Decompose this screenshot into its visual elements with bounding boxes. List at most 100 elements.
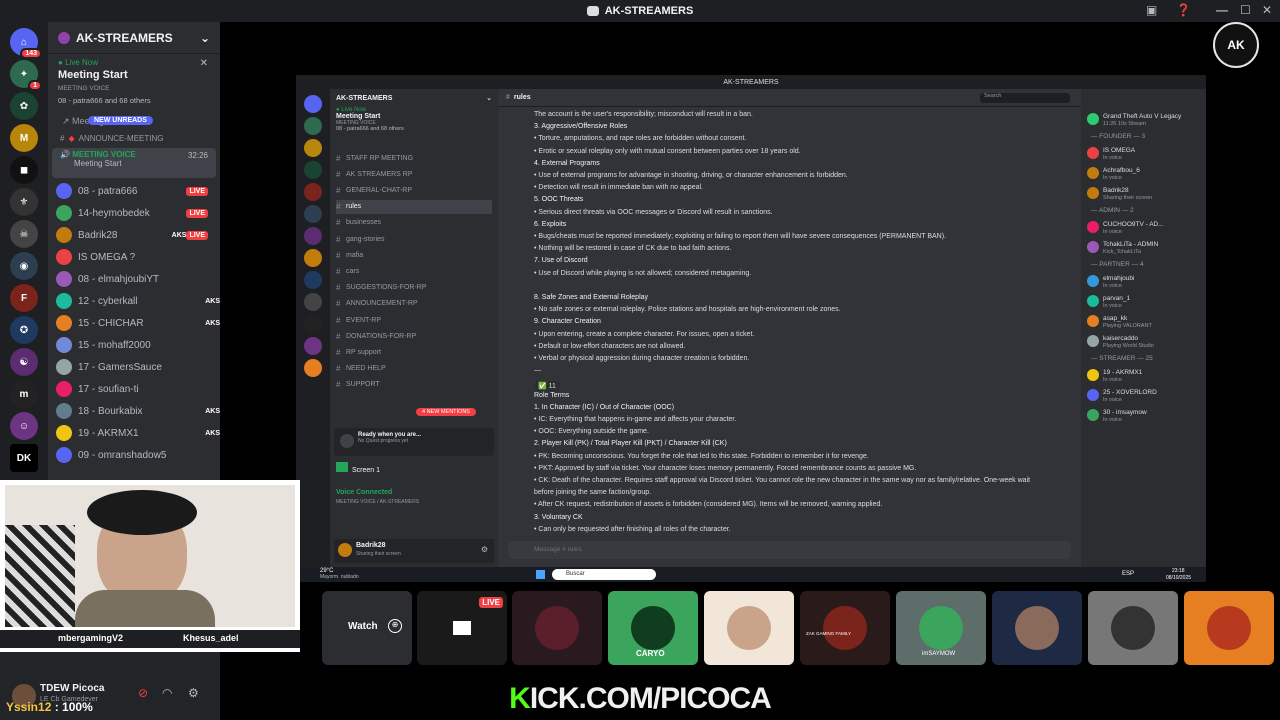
user-tile-zak[interactable]: ZAK GAMING FAMILY [800,591,890,665]
inner-server-icon[interactable] [304,359,322,377]
channel-meeting[interactable]: ↗ Meeting NEW UNREADS [48,116,220,130]
user-tile-caryo[interactable]: CARYO [608,591,698,665]
server-header[interactable]: AK-STREAMERS ⌄ [48,22,220,54]
inner-channel[interactable]: # rules [336,199,492,214]
member-item[interactable]: TchakLiTa - ADMIN Kick_TchakLiTa [1087,239,1203,257]
quest-card[interactable]: Ready when you are... No Quest progress … [334,428,494,456]
maximize-button[interactable]: ☐ [1240,3,1251,17]
inner-channel[interactable]: # SUPPORT [336,378,492,392]
voice-member[interactable]: 15 - CHICHAR AKS [48,312,220,334]
user-tile[interactable] [1184,591,1274,665]
server-icon[interactable]: F [10,284,38,312]
inner-server-icon[interactable] [304,249,322,267]
member-item[interactable]: asap_kk Playing VALORANT [1087,313,1203,331]
inner-server-icon[interactable] [304,139,322,157]
server-icon[interactable]: DK [10,444,38,472]
inner-channel[interactable]: # GENERAL-CHAT-RP [336,183,492,197]
member-item[interactable]: 19 - AKRMX1 In voice [1087,367,1203,385]
user-tile[interactable] [512,591,602,665]
member-item[interactable]: Achrafbou_6 In voice [1087,165,1203,183]
user-tile-imsay[interactable]: imSAYMOW [896,591,986,665]
inner-channel[interactable]: # gang-stories [336,232,492,246]
voice-member[interactable]: 12 - cyberkall AKS [48,290,220,312]
inner-channel[interactable]: # EVENT-RP [336,313,492,327]
member-item[interactable]: elmahjoubi In voice [1087,273,1203,291]
voice-member[interactable]: 14-heymobedek LIVE [48,202,220,224]
message-input[interactable]: Message # rules [508,541,1071,559]
voice-member[interactable]: 08 - elmahjoubiYT [48,268,220,290]
inner-channel[interactable]: # mafia [336,248,492,262]
member-item[interactable]: CUCHOO9TV - AD... In voice [1087,219,1203,237]
voice-member[interactable]: 18 - Bourkabix AKS [48,400,220,422]
inner-channel[interactable]: # SUGGESTIONS-FOR-RP [336,281,492,295]
inner-server-icon[interactable] [304,205,322,223]
member-item[interactable]: 30 - imsaymow In voice [1087,407,1203,425]
server-icon[interactable]: ☺ [10,412,38,440]
live-banner[interactable]: ● Live Now Meeting Start MEETING VOICE 0… [48,54,220,116]
server-icon[interactable]: ⚜ [10,188,38,216]
server-icon[interactable]: ✿ [10,92,38,120]
inner-server-icon[interactable] [304,337,322,355]
inner-channel[interactable]: # ANNOUNCEMENT-RP [336,297,492,311]
user-tile[interactable] [992,591,1082,665]
inner-channel[interactable]: # cars [336,264,492,278]
inner-server-header[interactable]: AK-STREAMERS ⌄ [330,89,498,107]
channel-announce[interactable]: # ◆ ANNOUNCE-MEETING [48,130,220,146]
reaction-check[interactable]: ✅ 11 [534,381,560,391]
help-icon[interactable]: ❓ [1176,3,1191,17]
close-icon[interactable]: ✕ [200,58,208,69]
voice-member[interactable]: 17 - soufian-ti [48,378,220,400]
windows-start-icon[interactable] [536,570,545,579]
live-stream-tile[interactable]: LIVE [417,591,507,665]
taskbar-search[interactable]: Buscar [552,569,656,580]
inner-channel[interactable]: # DONATIONS-FOR-RP [336,329,492,343]
server-icon[interactable]: m [10,380,38,408]
member-item[interactable]: Grand Theft Auto V Legacy 11:26 10s Strea… [1087,111,1203,129]
voice-member[interactable]: 09 - omranshadow5 [48,444,220,466]
inner-server-icon[interactable] [304,293,322,311]
inner-server-icon[interactable] [304,227,322,245]
new-unreads-pill[interactable]: NEW UNREADS [88,116,153,125]
server-icon[interactable]: ✦ 1 [10,60,42,91]
server-icon[interactable]: ☠ [10,220,38,248]
inbox-icon[interactable]: ▣ [1146,3,1157,17]
minimize-button[interactable]: — [1216,3,1228,17]
voice-member[interactable]: 15 - mohaff2000 [48,334,220,356]
voice-channel-active[interactable]: 🔊 MEETING VOICE Meeting Start 32:26 [52,148,216,178]
inner-server-icon[interactable] [304,183,322,201]
inner-channel[interactable]: # NEED HELP [336,362,492,376]
server-icon[interactable]: ☯ [10,348,38,376]
member-item[interactable]: kaisercaddo Playing World Studio [1087,333,1203,351]
settings-icon[interactable]: ⚙ [481,545,488,554]
inner-server-icon[interactable] [304,95,322,113]
user-tile[interactable] [704,591,794,665]
new-mentions-pill[interactable]: 4 NEW MENTIONS [416,408,476,416]
search-input[interactable]: Search [980,93,1070,103]
close-button[interactable]: ✕ [1262,3,1272,17]
inner-server-icon[interactable] [304,271,322,289]
inner-channel[interactable]: # RP support [336,345,492,359]
server-icon[interactable]: ◼ [10,156,38,184]
server-icon[interactable]: M [10,124,38,152]
inner-channel[interactable]: # AK STREAMERS RP [336,167,492,181]
inner-channel[interactable]: # businesses [336,216,492,230]
server-icon[interactable]: ✪ [10,316,38,344]
home-server[interactable]: ⌂ 143 [10,28,42,59]
screen-share-card[interactable]: Screen 1 [336,462,380,474]
inner-channel[interactable]: # STAFF RP MEETING [336,151,492,165]
member-item[interactable]: parvan_1 In voice [1087,293,1203,311]
inner-server-icon[interactable] [304,117,322,135]
user-tile[interactable] [1088,591,1178,665]
inner-user-panel[interactable]: Badrik28 Sharing their screen ⚙ [334,539,494,563]
member-item[interactable]: Badrik28 Sharing their screen [1087,185,1203,203]
inner-server-icon[interactable] [304,161,322,179]
member-item[interactable]: 25 - XOVERLORD In voice [1087,387,1203,405]
watch-tile[interactable]: Watch ⊕ [322,591,412,665]
voice-member[interactable]: IS OMEGA ? [48,246,220,268]
voice-member[interactable]: 19 - AKRMX1 AKS [48,422,220,444]
member-item[interactable]: IS OMEGA In voice [1087,145,1203,163]
voice-member[interactable]: 17 - GamersSauce [48,356,220,378]
voice-member[interactable]: 08 - patra666 LIVE [48,180,220,202]
voice-member[interactable]: Badrik28 AKS LIVE [48,224,220,246]
server-icon[interactable]: ◉ [10,252,38,280]
